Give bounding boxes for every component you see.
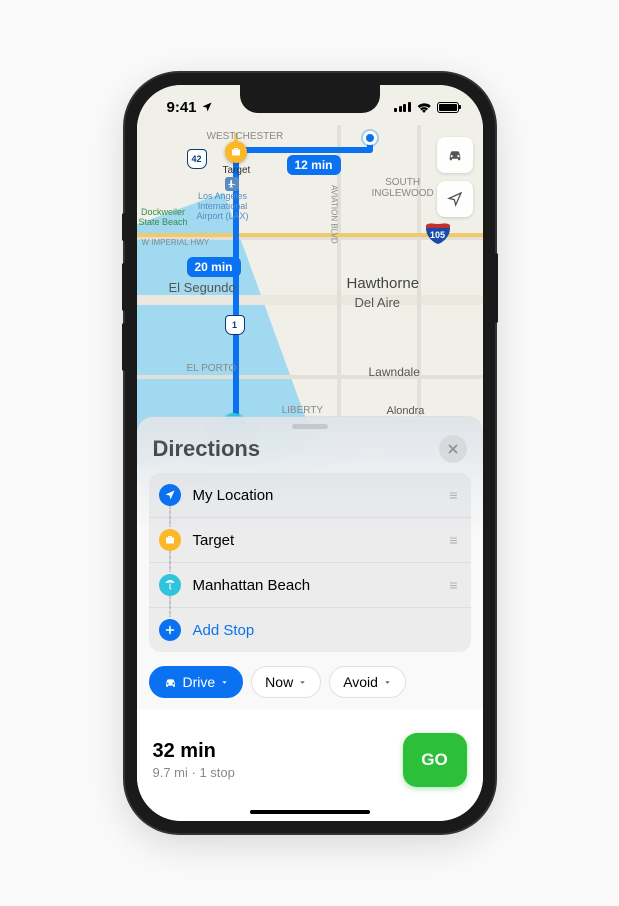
route-shield-1: 1 [225,315,245,335]
map-label: El Segundo [169,280,236,295]
drag-handle-icon[interactable]: ≡ [449,538,458,542]
route-shield-42: 42 [187,149,207,169]
map-label: Del Aire [355,295,401,310]
map-label: Dockweiler State Beach [139,207,188,227]
map-label: WESTCHESTER [207,131,284,142]
map-label: AVIATION BLVD [330,185,339,244]
car-icon [163,675,178,690]
avoid-chip[interactable]: Avoid [329,666,406,698]
interstate-shield-105: 105 [427,223,449,243]
close-button[interactable] [439,435,467,463]
route-time-badge: 20 min [187,257,241,277]
map-label: Hawthorne [347,275,420,292]
close-icon [447,443,459,455]
chevron-down-icon [383,678,392,687]
location-arrow-icon [447,191,463,207]
summary-meta: 9.7 mi · 1 stop [153,765,235,780]
add-stop-label: Add Stop [193,622,459,639]
battery-icon [437,102,459,113]
notch [240,85,380,113]
location-arrow-icon [159,484,181,506]
home-indicator[interactable] [250,810,370,814]
screen: 9:41 WESTCHESTER [137,85,483,821]
cellular-icon [394,102,411,112]
car-icon [446,146,464,164]
transport-mode-button[interactable] [437,137,473,173]
phone-frame: 9:41 WESTCHESTER [125,73,495,833]
chevron-down-icon [298,678,307,687]
chevron-down-icon [220,678,229,687]
stops-list: My Location ≡ Target ≡ Manhattan [149,473,471,652]
wifi-icon [416,101,432,113]
briefcase-icon [230,146,242,158]
directions-panel: Directions My Location ≡ [137,417,483,821]
map-label: Los Angeles International Airport (LAX) [197,191,249,221]
go-button[interactable]: GO [403,733,467,787]
drag-handle-icon[interactable]: ≡ [449,583,458,587]
map-pin-target[interactable] [225,141,247,163]
summary-time: 32 min [153,740,235,763]
mode-chip[interactable]: Drive [149,666,244,698]
add-stop-button[interactable]: Add Stop [149,607,471,652]
map-label: Lawndale [369,365,420,379]
location-arrow-icon [201,101,213,113]
options-row: Drive Now Avoid [137,652,483,698]
when-chip[interactable]: Now [251,666,321,698]
current-location-dot[interactable] [363,131,377,145]
umbrella-icon [159,574,181,596]
map-label: EL PORTO [187,363,237,374]
recenter-button[interactable] [437,181,473,217]
mode-label: Drive [183,674,216,690]
when-label: Now [265,674,293,690]
route-time-badge: 12 min [287,155,341,175]
stop-row-manhattan-beach[interactable]: Manhattan Beach ≡ [149,562,471,607]
map-pin-label: Target [223,165,251,176]
briefcase-icon [159,529,181,551]
stop-row-target[interactable]: Target ≡ [149,517,471,562]
plus-icon [159,619,181,641]
map-label: W IMPERIAL HWY [142,238,210,247]
summary-row: 32 min 9.7 mi · 1 stop GO [137,709,483,821]
stop-row-my-location[interactable]: My Location ≡ [149,473,471,517]
map-view[interactable]: WESTCHESTER SOUTH INGLEWOOD Dockweiler S… [137,85,483,465]
stop-label: My Location [193,487,438,504]
avoid-label: Avoid [343,674,378,690]
stop-label: Manhattan Beach [193,577,438,594]
stop-label: Target [193,532,438,549]
status-time: 9:41 [167,99,197,116]
airport-icon [225,177,239,191]
panel-title: Directions [153,436,261,462]
drag-handle-icon[interactable]: ≡ [449,493,458,497]
map-label: SOUTH INGLEWOOD [372,177,434,199]
